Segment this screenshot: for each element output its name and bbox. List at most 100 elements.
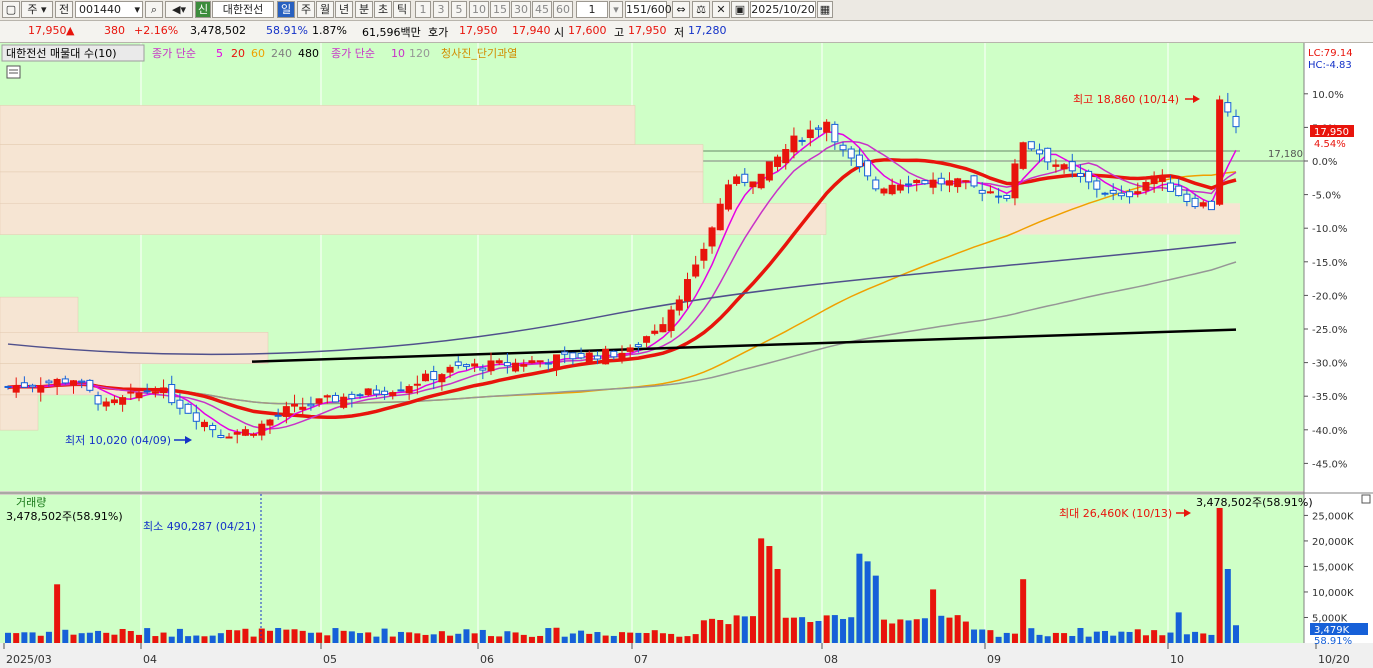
- candle-body: [643, 336, 651, 343]
- search-icon[interactable]: ⌕: [145, 1, 163, 18]
- tab-tick[interactable]: 틱: [393, 1, 411, 18]
- table-icon[interactable]: [6, 65, 21, 79]
- candle-body: [1150, 175, 1158, 185]
- volume-bar: [258, 628, 265, 643]
- volume-bar: [103, 632, 110, 643]
- interval-10[interactable]: 10: [469, 1, 489, 18]
- candle-body: [160, 387, 168, 394]
- candle-body: [716, 203, 724, 231]
- volume-bar: [21, 632, 28, 643]
- candle-body: [626, 347, 634, 352]
- date-field[interactable]: 2025/10/20: [750, 1, 816, 18]
- volume-bar: [586, 633, 593, 643]
- volume-bar: [226, 629, 233, 643]
- volume-bar: [1126, 631, 1133, 643]
- volume-value: 3,478,502: [190, 24, 246, 37]
- volume-bar: [78, 633, 85, 643]
- volume-bar: [242, 628, 249, 643]
- volume-bar: [954, 615, 961, 643]
- candle-body: [602, 348, 610, 365]
- legend-ma-label: 종가 단순: [152, 47, 196, 60]
- volume-bar: [275, 627, 282, 643]
- range-field[interactable]: 151/600: [625, 1, 672, 18]
- period-select[interactable]: 주 ▾: [21, 1, 53, 18]
- candle-body: [61, 378, 69, 384]
- interval-1[interactable]: 1: [415, 1, 431, 18]
- ask-price: 17,950: [459, 24, 498, 37]
- candle-body: [1044, 147, 1052, 163]
- candle-body: [1027, 141, 1035, 150]
- candle-body: [340, 396, 348, 408]
- count-input[interactable]: 1: [576, 1, 608, 18]
- profile-bar: [0, 144, 704, 173]
- tab-year[interactable]: 년: [335, 1, 353, 18]
- volume-bar: [324, 635, 331, 643]
- candle-body: [1076, 172, 1084, 177]
- candle-body: [45, 380, 53, 384]
- interval-5[interactable]: 5: [451, 1, 467, 18]
- speaker-icon[interactable]: ◀▾: [165, 1, 193, 18]
- price-chart[interactable]: 10.0%5.0%0.0%-5.0%-10.0%-15.0%-20.0%-25.…: [0, 43, 1373, 668]
- candle-body: [37, 385, 45, 393]
- volume-bar: [144, 628, 151, 643]
- crosshair-icon[interactable]: ✕: [712, 1, 730, 18]
- volume-info: 3,478,502주(58.91%): [6, 510, 123, 523]
- tab-day[interactable]: 일: [277, 1, 295, 18]
- candle-body: [520, 364, 528, 367]
- prev-button[interactable]: 전: [55, 1, 73, 18]
- volume-bar: [643, 633, 650, 643]
- volume-bar: [1233, 625, 1239, 643]
- save-icon[interactable]: ▣: [731, 1, 749, 18]
- interval-15[interactable]: 15: [490, 1, 510, 18]
- quote-bar: 17,950 ▲ 380 +2.16% 3,478,502 58.91% 1.8…: [0, 21, 1373, 61]
- volume-bar: [316, 632, 323, 643]
- tab-week[interactable]: 주: [297, 1, 315, 18]
- interval-45[interactable]: 45: [532, 1, 552, 18]
- last-price-label: 17,950: [1314, 127, 1349, 138]
- candle-body: [1191, 197, 1199, 208]
- candle-body: [1183, 193, 1191, 202]
- tab-month[interactable]: 월: [316, 1, 334, 18]
- interval-30[interactable]: 30: [511, 1, 531, 18]
- candle-body: [503, 362, 511, 367]
- current-price: 17,950: [28, 24, 67, 37]
- price-tick-label: 0.0%: [1312, 157, 1337, 168]
- interval-60[interactable]: 60: [553, 1, 573, 18]
- volume-bar: [610, 635, 617, 643]
- tab-minute[interactable]: 분: [355, 1, 373, 18]
- volume-bar: [422, 634, 429, 643]
- high-label: 고: [614, 26, 625, 39]
- candle-body: [372, 389, 380, 395]
- calendar-icon[interactable]: ▦: [817, 1, 833, 18]
- count-chevron-icon[interactable]: ▾: [609, 1, 623, 18]
- window-icon[interactable]: ▢: [2, 1, 20, 18]
- candle-body: [1158, 176, 1166, 182]
- code-input[interactable]: 001440 ▾: [75, 1, 143, 18]
- volume-ratio: 58.91%: [266, 24, 308, 37]
- volume-bar: [1102, 630, 1109, 643]
- price-change: 380: [104, 24, 125, 37]
- candle-body: [1101, 192, 1109, 195]
- profile-bar: [0, 332, 269, 364]
- volume-bar: [1110, 635, 1117, 643]
- candle-body: [962, 180, 970, 183]
- volume-bar: [1044, 636, 1051, 643]
- tab-second[interactable]: 초: [374, 1, 392, 18]
- volume-bar: [201, 636, 208, 643]
- volume-bar: [348, 631, 355, 643]
- volume-bar: [266, 630, 273, 643]
- lc-label: LC:79.14: [1308, 48, 1353, 59]
- scale-icon[interactable]: ⇔: [672, 1, 690, 18]
- interval-3[interactable]: 3: [433, 1, 449, 18]
- stock-name[interactable]: 대한전선: [212, 1, 274, 18]
- compare-icon[interactable]: ⚖: [692, 1, 710, 18]
- volume-bar: [684, 636, 691, 643]
- candle-body: [323, 395, 331, 398]
- volume-bar: [332, 628, 339, 643]
- candle-body: [495, 360, 503, 364]
- volume-bar: [1118, 631, 1125, 643]
- legend-ma5: 5: [216, 47, 223, 60]
- volume-bar: [749, 616, 756, 643]
- volume-bar: [619, 632, 625, 643]
- volume-bar: [1085, 636, 1092, 643]
